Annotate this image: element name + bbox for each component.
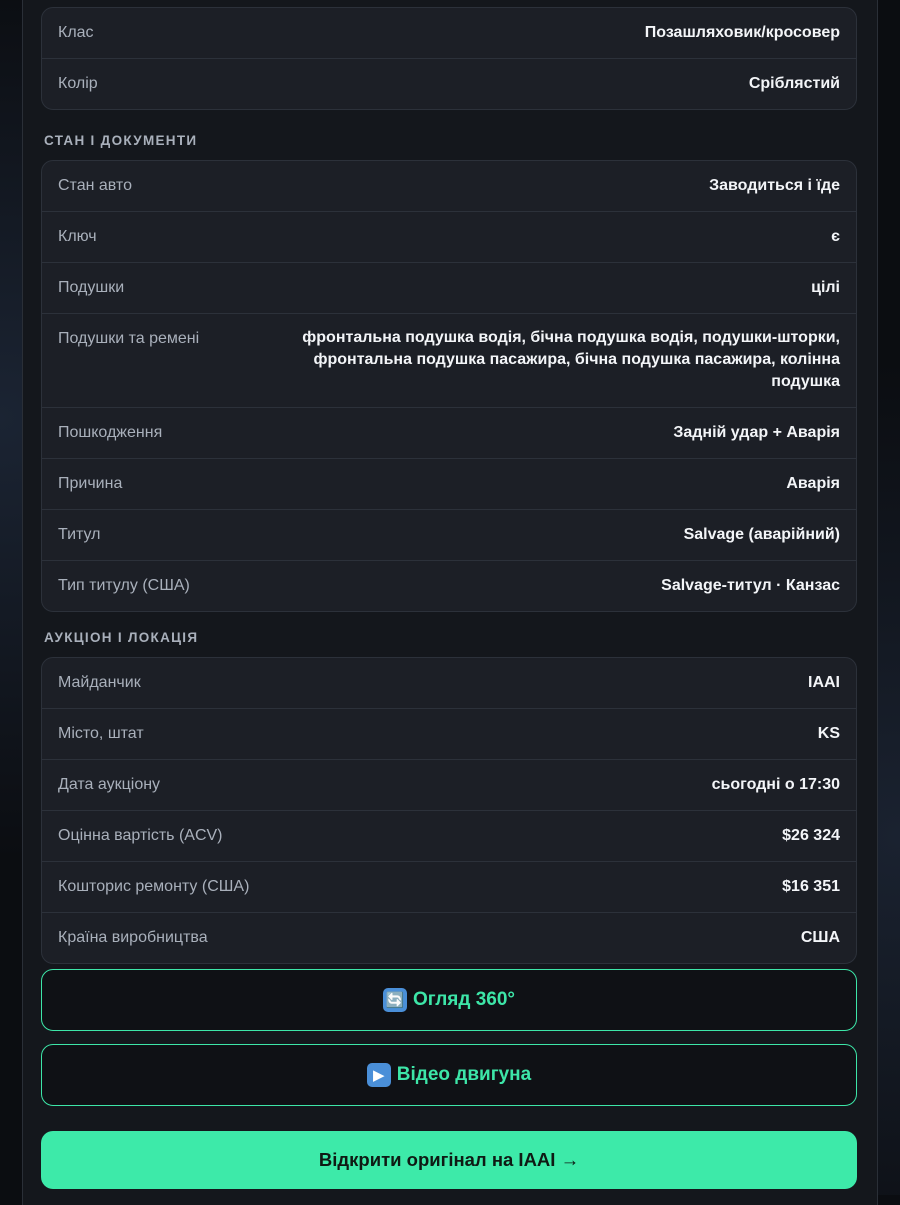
row-value: Salvage (аварійний)	[684, 510, 840, 560]
info-row-damage: Пошкодження Задній удар + Аварія	[42, 407, 856, 458]
row-value: є	[831, 212, 840, 262]
row-value: фронтальна подушка водія, бічна подушка …	[250, 314, 840, 407]
play-icon: ▶	[367, 1063, 391, 1087]
row-value: Salvage-титул · Канзас	[661, 561, 840, 611]
section-title-auction: АУКЦІОН І ЛОКАЦІЯ	[41, 628, 857, 648]
info-row-class: Клас Позашляховик/кросовер	[42, 8, 856, 58]
info-row-color: Колір Сріблястий	[42, 58, 856, 109]
row-value: Сріблястий	[749, 59, 840, 109]
row-label: Дата аукціону	[58, 760, 160, 796]
rotate-arrows-icon: 🔄	[383, 988, 407, 1012]
view-360-label: Огляд 360°	[413, 989, 515, 1011]
row-label: Кошторис ремонту (США)	[58, 862, 249, 898]
row-label: Тип титулу (США)	[58, 561, 190, 597]
row-label: Стан авто	[58, 161, 132, 197]
condition-card: Стан авто Заводиться і їде Ключ є Подушк…	[41, 160, 857, 612]
row-value: Заводиться і їде	[709, 161, 840, 211]
row-label: Титул	[58, 510, 101, 546]
row-value: США	[801, 913, 840, 963]
view-360-button[interactable]: 🔄 Огляд 360°	[41, 969, 857, 1031]
info-row-acv: Оцінна вартість (ACV) $26 324	[42, 810, 856, 861]
row-label: Причина	[58, 459, 122, 495]
row-value: IAAI	[808, 658, 840, 708]
row-label: Подушки	[58, 263, 124, 299]
info-row-title: Титул Salvage (аварійний)	[42, 509, 856, 560]
info-row-key: Ключ є	[42, 211, 856, 262]
section-title-condition: СТАН І ДОКУМЕНТИ	[41, 131, 857, 151]
row-value: Аварія	[786, 459, 840, 509]
row-value: $26 324	[782, 811, 840, 861]
info-row-airbags-belts: Подушки та ремені фронтальна подушка вод…	[42, 313, 856, 407]
info-row-title-type: Тип титулу (США) Salvage-титул · Канзас	[42, 560, 856, 611]
info-row-reason: Причина Аварія	[42, 458, 856, 509]
row-value: $16 351	[782, 862, 840, 912]
engine-video-button[interactable]: ▶ Відео двигуна	[41, 1044, 857, 1106]
open-original-label: Відкрити оригінал на IAAI →	[319, 1149, 579, 1171]
vehicle-info-card: Клас Позашляховик/кросовер Колір Срібляс…	[41, 7, 857, 110]
open-original-button[interactable]: Відкрити оригінал на IAAI →	[41, 1131, 857, 1189]
row-label: Колір	[58, 59, 98, 95]
row-label: Місто, штат	[58, 709, 144, 745]
info-row-auction-date: Дата аукціону сьогодні о 17:30	[42, 759, 856, 810]
row-label: Подушки та ремені	[58, 314, 199, 350]
engine-video-label: Відео двигуна	[397, 1064, 531, 1086]
auction-card: Майданчик IAAI Місто, штат KS Дата аукці…	[41, 657, 857, 964]
row-label: Ключ	[58, 212, 97, 248]
row-value: KS	[818, 709, 840, 759]
row-value: Позашляховик/кросовер	[645, 8, 840, 58]
info-row-platform: Майданчик IAAI	[42, 658, 856, 708]
row-value: сьогодні о 17:30	[712, 760, 840, 810]
row-value: цілі	[811, 263, 840, 313]
row-label: Країна виробництва	[58, 913, 208, 949]
info-row-airbags: Подушки цілі	[42, 262, 856, 313]
row-label: Оцінна вартість (ACV)	[58, 811, 223, 847]
info-row-country: Країна виробництва США	[42, 912, 856, 963]
row-label: Клас	[58, 8, 94, 44]
info-row-car-state: Стан авто Заводиться і їде	[42, 161, 856, 211]
info-row-city-state: Місто, штат KS	[42, 708, 856, 759]
row-value: Задній удар + Аварія	[673, 408, 840, 458]
info-row-repair-estimate: Кошторис ремонту (США) $16 351	[42, 861, 856, 912]
row-label: Пошкодження	[58, 408, 162, 444]
row-label: Майданчик	[58, 658, 141, 694]
